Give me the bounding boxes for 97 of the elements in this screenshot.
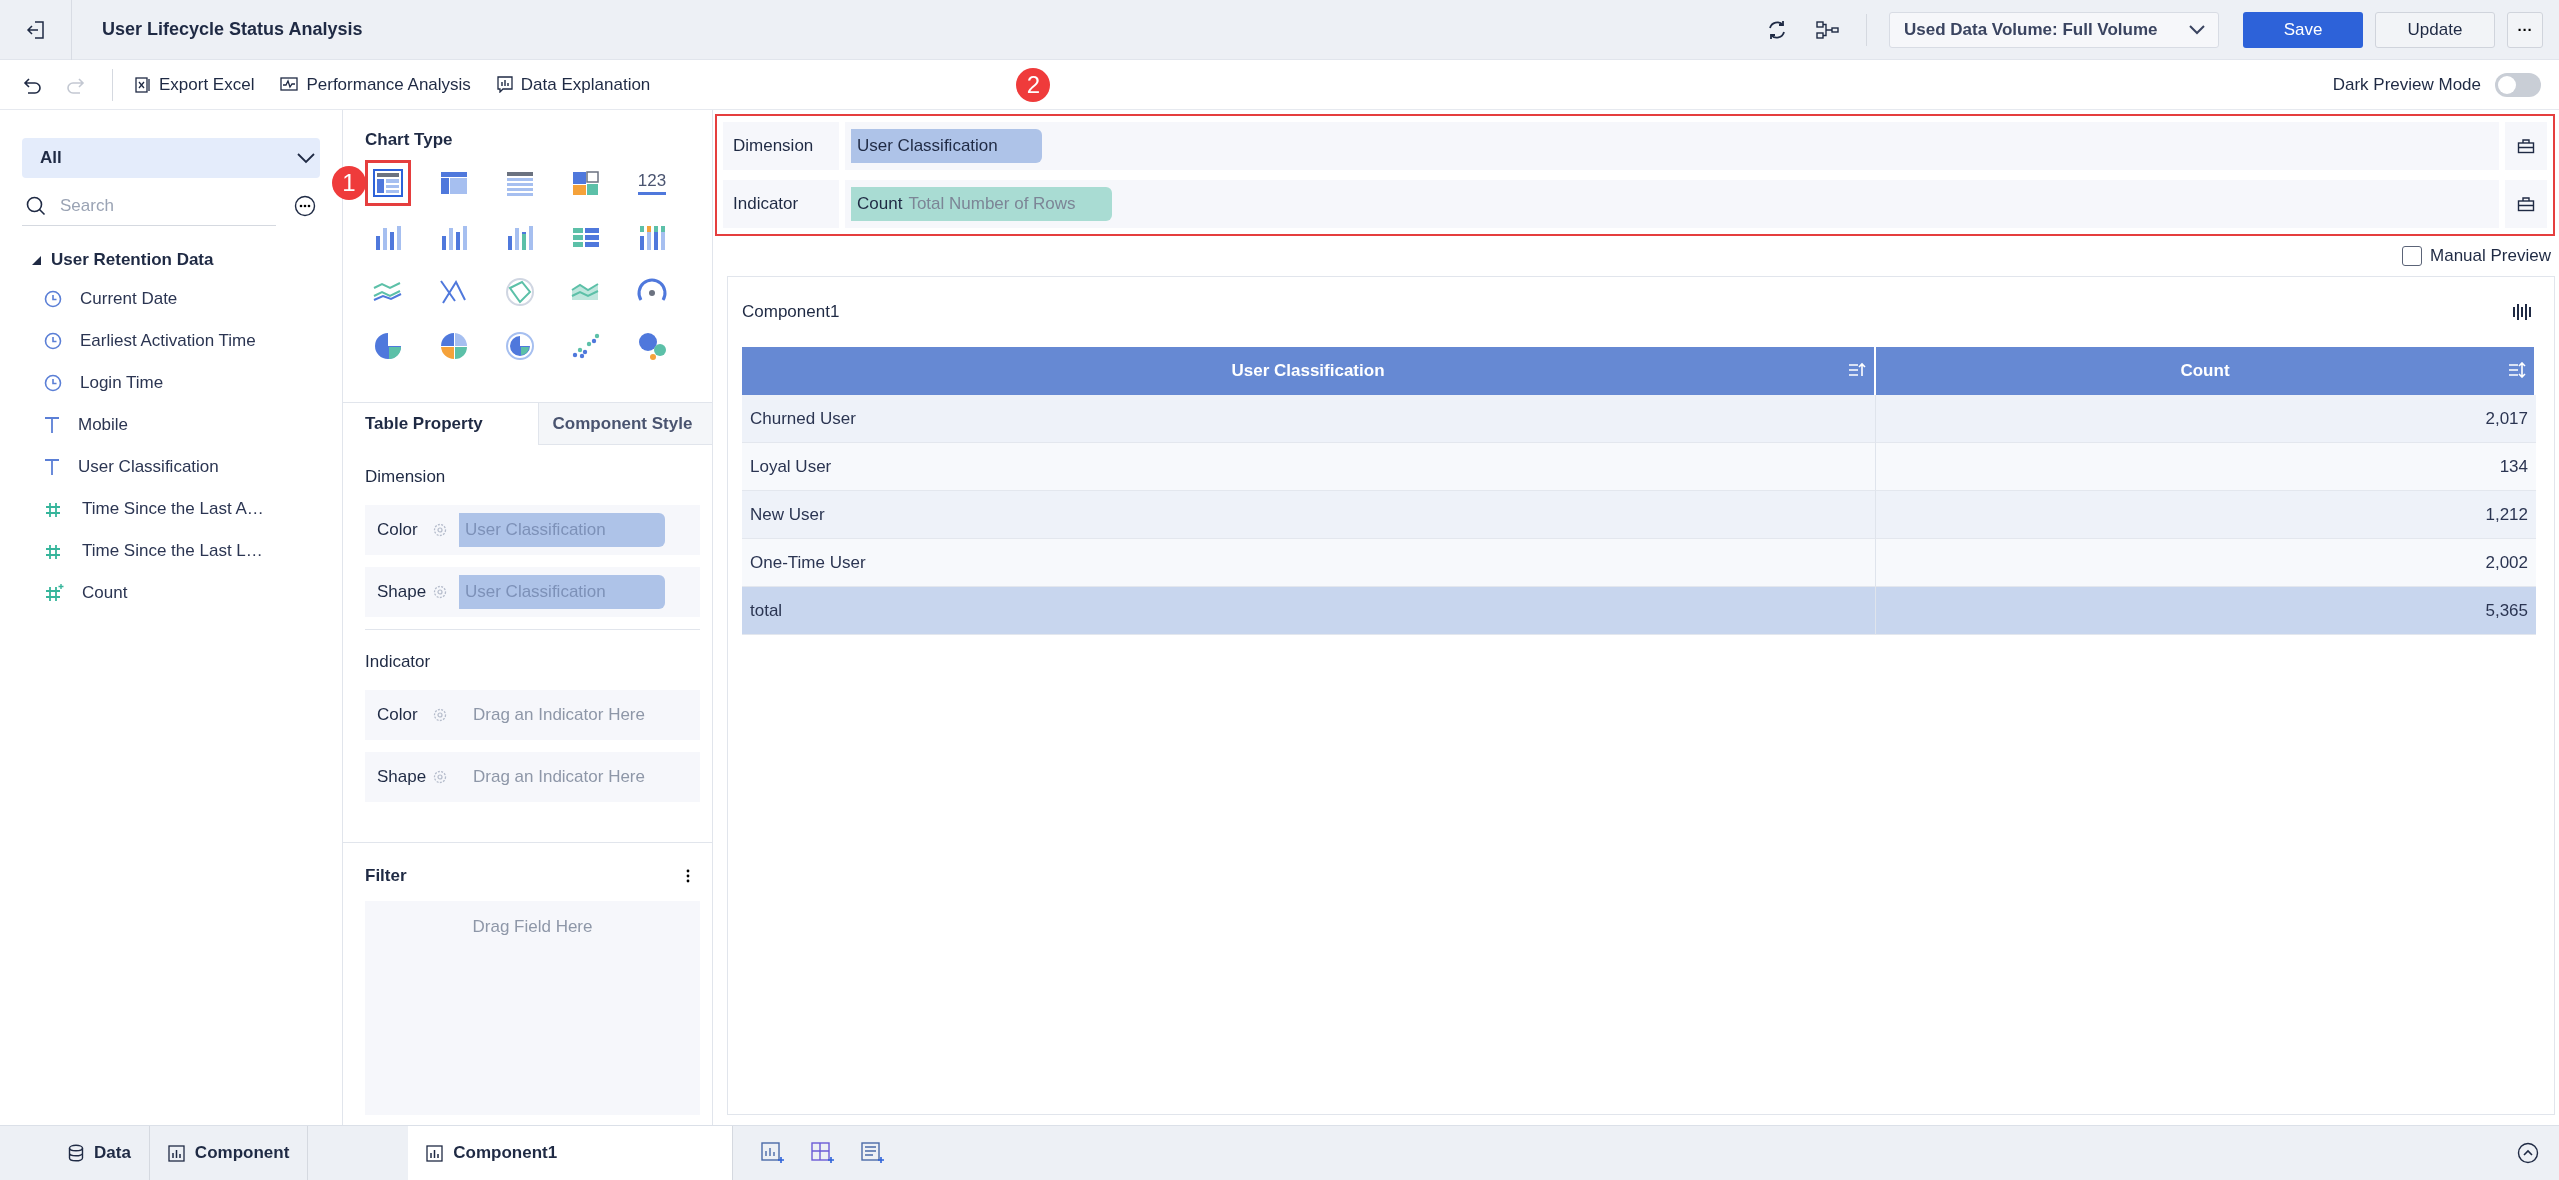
- config-label: Indicator: [723, 180, 839, 228]
- database-icon: [68, 1144, 84, 1162]
- table-icon: [372, 168, 404, 198]
- checkbox[interactable]: [2402, 246, 2423, 266]
- sort-icon[interactable]: [2508, 362, 2526, 378]
- clock-icon: [44, 332, 62, 350]
- chip-label: Count: [857, 194, 903, 214]
- section-title: Chart Type: [365, 130, 454, 150]
- field-label: Time Since the Last L…: [82, 541, 263, 561]
- property-label: Color: [377, 520, 419, 540]
- toolbar-button[interactable]: Data Explanation: [496, 74, 651, 95]
- tree-group[interactable]: User Retention Data: [32, 250, 214, 270]
- total-cell: 5,365: [1876, 587, 2536, 635]
- table-cell: Churned User: [742, 395, 1876, 443]
- table-cell: New User: [742, 491, 1876, 539]
- pie-chart-icon: [372, 330, 404, 360]
- gear-icon: [433, 585, 447, 599]
- indicator-chip[interactable]: Count Total Number of Rows: [851, 187, 1112, 221]
- field-item[interactable]: Earliest Activation Time: [22, 320, 320, 362]
- field-label: Time Since the Last A…: [82, 499, 264, 519]
- drop-hint: Drag Field Here: [472, 917, 593, 938]
- clock-icon: [44, 290, 62, 308]
- bottom-tab[interactable]: Component1: [408, 1126, 734, 1180]
- data-volume-select[interactable]: Used Data Volume: Full Volume: [1889, 11, 2219, 48]
- report-title: User Lifecycle Status Analysis: [102, 19, 364, 40]
- property-label: Shape: [377, 582, 428, 602]
- toolbox-icon[interactable]: [2517, 196, 2535, 212]
- multi-pie-icon: [438, 330, 470, 360]
- text-type-icon: [44, 416, 60, 434]
- bottom-tab[interactable]: Component: [149, 1126, 309, 1180]
- more-button[interactable]: ···: [2507, 11, 2543, 48]
- field-item[interactable]: Mobile: [22, 404, 320, 446]
- gear-icon: [433, 523, 447, 537]
- field-item[interactable]: Time Since the Last A…: [22, 488, 320, 530]
- chip-note: Total Number of Rows: [908, 194, 1076, 214]
- table-cell: 2,002: [1876, 539, 2536, 587]
- field-label: User Classification: [78, 457, 219, 477]
- field-item[interactable]: Current Date: [22, 278, 320, 320]
- field-label: Earliest Activation Time: [80, 331, 256, 351]
- chart-icon: [426, 1144, 444, 1162]
- field-item[interactable]: Login Time: [22, 362, 320, 404]
- scope-select[interactable]: All: [22, 138, 320, 178]
- field-label: Current Date: [80, 289, 178, 309]
- gear-icon: [433, 770, 447, 784]
- field-label: Mobile: [78, 415, 129, 435]
- radar-icon: [504, 276, 536, 306]
- table-cell: 1,212: [1876, 491, 2536, 539]
- table-cell: One-Time User: [742, 539, 1876, 587]
- dark-mode-toggle[interactable]: [2495, 72, 2541, 97]
- text-type-icon: [44, 458, 60, 476]
- bubble-icon: [636, 330, 668, 360]
- dimension-chip[interactable]: User Classification: [851, 129, 1042, 163]
- toggle-label: Dark Preview Mode: [2332, 74, 2481, 95]
- config-label: Dimension: [723, 122, 839, 170]
- report-icon: [496, 76, 513, 93]
- checkbox-label: Manual Preview: [2430, 246, 2551, 266]
- calculated-field-icon: [44, 583, 64, 603]
- clock-icon: [44, 374, 62, 392]
- bottom-tab[interactable]: Data: [50, 1126, 150, 1180]
- sort-icon[interactable]: [1848, 362, 1866, 378]
- panel-tab[interactable]: Component Style: [538, 403, 712, 445]
- drop-hint: Drag an Indicator Here: [473, 767, 645, 787]
- property-label: Shape: [377, 767, 428, 787]
- field-label: Count: [82, 583, 128, 603]
- property-label: Color: [377, 705, 419, 725]
- step-badge: 2: [1016, 67, 1051, 102]
- pulse-icon: [280, 76, 299, 93]
- toolbox-icon[interactable]: [2517, 138, 2535, 154]
- toolbar-button[interactable]: Performance Analysis: [280, 74, 471, 95]
- field-item[interactable]: Count: [22, 572, 320, 614]
- excel-icon: [135, 76, 151, 93]
- drop-hint: Drag an Indicator Here: [473, 705, 645, 725]
- component-title: Component1: [742, 302, 840, 322]
- step-badge: 1: [332, 166, 366, 200]
- section-title: Filter: [365, 866, 407, 886]
- section-label: Indicator: [365, 652, 432, 672]
- chart-icon: [167, 1144, 185, 1162]
- section-label: Dimension: [365, 467, 447, 487]
- table-cell: Loyal User: [742, 443, 1876, 491]
- chevron-down-icon: [2188, 23, 2206, 36]
- chart-type-option[interactable]: [365, 160, 411, 206]
- table-cell: 2,017: [1876, 395, 2536, 443]
- update-button[interactable]: Update: [2375, 11, 2495, 48]
- field-label: Login Time: [80, 373, 164, 393]
- ring-chart-icon: [504, 330, 536, 360]
- field-item[interactable]: User Classification: [22, 446, 320, 488]
- gear-icon: [433, 708, 447, 722]
- search-icon: [26, 195, 46, 216]
- save-button[interactable]: Save: [2243, 11, 2363, 48]
- total-cell: total: [742, 587, 1876, 635]
- toolbar-button[interactable]: Export Excel: [135, 74, 255, 95]
- block-icon: [570, 168, 602, 198]
- chart-type-option[interactable]: 123: [629, 160, 675, 206]
- search-field[interactable]: Search: [58, 194, 258, 217]
- field-item[interactable]: Time Since the Last L…: [22, 530, 320, 572]
- table-cell: 134: [1876, 443, 2536, 491]
- chevron-down-icon: [296, 152, 316, 164]
